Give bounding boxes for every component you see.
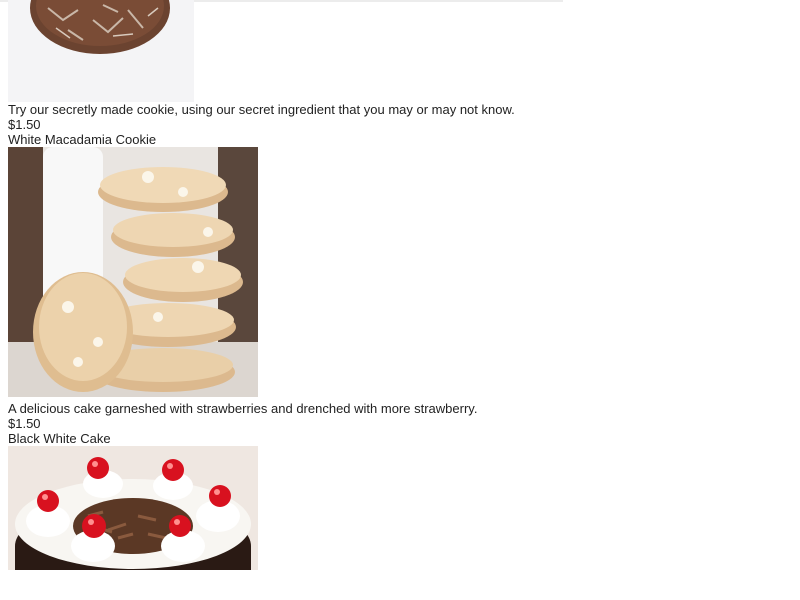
product-price: $1.50	[8, 117, 41, 132]
white-macadamia-cookie-image	[8, 147, 258, 397]
chocolate-cookie-image	[8, 0, 194, 102]
black-forest-cake-image	[8, 446, 258, 570]
product-list: Try our secretly made cookie, using our …	[8, 0, 788, 570]
product-item: White Macadamia Cookie A delicious cake …	[8, 132, 788, 431]
product-item: Black White Cake	[8, 431, 788, 570]
product-description: A delicious cake garneshed with strawber…	[8, 401, 478, 416]
product-item: Try our secretly made cookie, using our …	[8, 0, 788, 132]
product-name: White Macadamia Cookie	[8, 132, 157, 147]
product-description: Try our secretly made cookie, using our …	[8, 102, 515, 117]
product-price: $1.50	[8, 416, 41, 431]
product-name: Black White Cake	[8, 431, 111, 446]
